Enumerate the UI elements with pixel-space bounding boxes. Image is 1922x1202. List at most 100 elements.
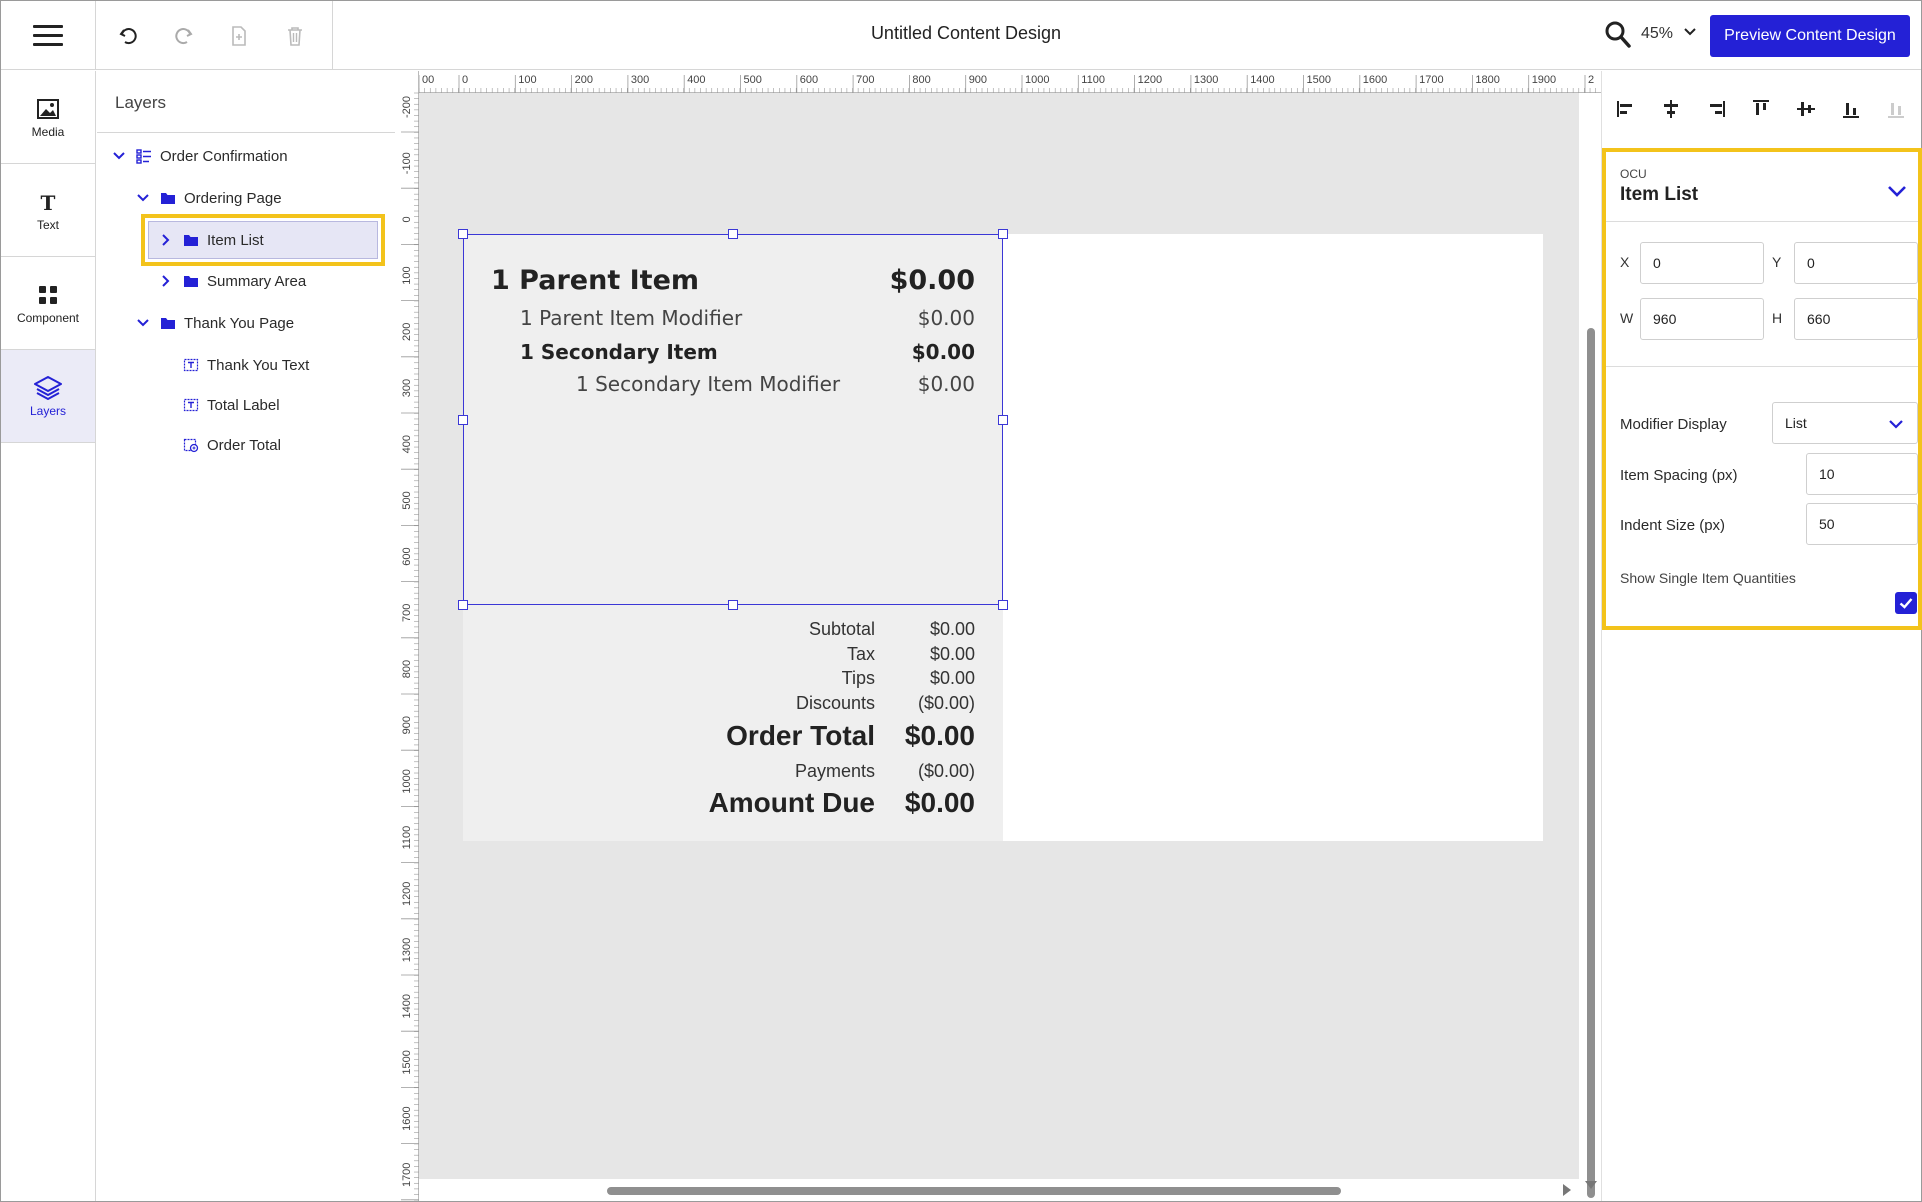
ruler-label: 1400 — [401, 994, 413, 1018]
resize-handle-right[interactable] — [998, 415, 1008, 425]
duplicate-button[interactable] — [223, 20, 255, 52]
tree-item-summary-area[interactable]: Summary Area — [159, 267, 306, 295]
top-bar: Untitled Content Design 45% Preview Cont… — [1, 1, 1921, 70]
align-bottom-button[interactable] — [1837, 95, 1865, 123]
chevron-down-icon[interactable] — [1886, 180, 1908, 202]
tree-item-thank-you-page[interactable]: Thank You Page — [136, 309, 294, 337]
undo-button[interactable] — [113, 20, 145, 52]
summary-row-order-total: Order Total $0.00 — [726, 720, 975, 752]
align-horizontal-center-icon — [1664, 100, 1678, 118]
ruler-label: 400 — [401, 435, 413, 453]
w-label: W — [1620, 310, 1634, 326]
rail-item-component[interactable]: Component — [1, 257, 95, 350]
modifier-display-select[interactable]: List — [1772, 402, 1918, 444]
horizontal-scroll-thumb[interactable] — [607, 1187, 1341, 1195]
distribute-icon — [1888, 103, 1904, 118]
resize-handle-top[interactable] — [728, 229, 738, 239]
ruler-label: 1100 — [1081, 74, 1105, 86]
chevron-down-icon[interactable] — [136, 316, 150, 330]
ruler-label: 600 — [800, 74, 818, 86]
y-input[interactable]: 0 — [1794, 242, 1918, 284]
chevron-right-icon[interactable] — [159, 233, 173, 247]
rail-item-text[interactable]: T Text — [1, 164, 95, 257]
preview-content-design-button[interactable]: Preview Content Design — [1710, 15, 1910, 57]
distribute-button[interactable] — [1882, 95, 1910, 123]
summary-row-payments: Payments ($0.00) — [795, 761, 975, 782]
align-center-v-button[interactable] — [1792, 95, 1820, 123]
chevron-down-icon[interactable] — [136, 191, 150, 205]
redo-button[interactable] — [167, 20, 199, 52]
summary-area-component[interactable]: Subtotal $0.00 Tax $0.00 Tips $0.00 Disc… — [463, 605, 1003, 841]
align-vertical-center-icon — [1797, 102, 1815, 116]
summary-row-subtotal: Subtotal $0.00 — [809, 619, 975, 640]
canvas-area: 00 0 100 200 300 400 500 600 700 800 900 1000 1100 12… — [397, 71, 1601, 1201]
ruler-label: 1700 — [1419, 74, 1443, 86]
hamburger-menu-button[interactable] — [1, 1, 96, 70]
chevron-down-icon[interactable] — [112, 149, 126, 163]
show-single-quantities-label: Show Single Item Quantities — [1620, 570, 1796, 586]
summary-label: Tax — [846, 644, 875, 664]
design-canvas[interactable]: 1 Parent Item $0.00 1 Parent Item Modifi… — [419, 93, 1579, 1179]
x-input[interactable]: 0 — [1640, 242, 1764, 284]
tree-item-thank-you-text[interactable]: Thank You Text — [159, 351, 309, 379]
align-left-button[interactable] — [1612, 95, 1640, 123]
document-title[interactable]: Untitled Content Design — [701, 23, 1231, 44]
tree-item-item-list[interactable]: Item List — [159, 226, 264, 254]
width-input[interactable]: 960 — [1640, 298, 1764, 340]
resize-handle-bottom-left[interactable] — [458, 600, 468, 610]
align-center-h-button[interactable] — [1657, 95, 1685, 123]
ruler-label: 1500 — [1307, 74, 1331, 86]
height-input[interactable]: 660 — [1794, 298, 1918, 340]
vertical-scrollbar[interactable] — [1579, 93, 1601, 1201]
ruler-label: 700 — [856, 74, 874, 86]
tree-item-order-confirmation[interactable]: Order Confirmation — [112, 142, 288, 170]
resize-handle-top-left[interactable] — [458, 229, 468, 239]
tree-item-label: Item List — [207, 231, 264, 249]
ruler-label: 100 — [518, 74, 536, 86]
horizontal-scrollbar[interactable] — [419, 1179, 1579, 1201]
summary-value: $0.00 — [929, 668, 975, 688]
tree-item-label: Total Label — [207, 396, 280, 414]
indent-size-input[interactable]: 50 — [1806, 503, 1918, 545]
rail-item-layers[interactable]: Layers — [1, 350, 95, 443]
show-single-quantities-checkbox[interactable] — [1895, 592, 1917, 614]
folder-icon — [160, 190, 176, 206]
alignment-toolbar — [1602, 95, 1922, 127]
chevron-down-icon[interactable] — [1681, 23, 1699, 41]
resize-handle-bottom[interactable] — [728, 600, 738, 610]
ruler-label: 500 — [401, 491, 413, 509]
ruler-label: 2 — [1588, 74, 1594, 86]
selection-box[interactable] — [463, 234, 1003, 605]
app-window: Untitled Content Design 45% Preview Cont… — [0, 0, 1922, 1202]
tree-item-total-label[interactable]: Total Label — [159, 391, 280, 419]
ruler-label: 1600 — [1363, 74, 1387, 86]
item-spacing-input[interactable]: 10 — [1806, 453, 1918, 495]
zoom-level[interactable]: 45% — [1641, 25, 1673, 43]
summary-value: ($0.00) — [917, 761, 975, 781]
align-top-button[interactable] — [1747, 95, 1775, 123]
align-top-icon — [1753, 100, 1769, 115]
scroll-right-arrow-icon[interactable] — [1563, 1184, 1571, 1196]
resize-handle-left[interactable] — [458, 415, 468, 425]
tree-item-order-total[interactable]: Order Total — [159, 431, 281, 459]
ruler-label: 1300 — [1194, 74, 1218, 86]
tree-item-label: Thank You Page — [184, 314, 295, 332]
svg-text:T: T — [41, 191, 56, 213]
ruler-label: 1400 — [1250, 74, 1274, 86]
chevron-right-icon[interactable] — [159, 274, 173, 288]
align-right-button[interactable] — [1702, 95, 1730, 123]
ruler-label: 900 — [401, 716, 413, 734]
data-field-icon — [183, 437, 199, 453]
scroll-down-arrow-icon[interactable] — [1585, 1181, 1597, 1189]
x-label: X — [1620, 254, 1630, 270]
tree-item-ordering-page[interactable]: Ordering Page — [136, 184, 282, 212]
component-title: Item List — [1620, 184, 1699, 205]
vertical-scroll-thumb[interactable] — [1587, 328, 1595, 1198]
search-icon[interactable] — [1604, 19, 1632, 49]
hamburger-icon — [33, 25, 63, 46]
delete-button[interactable] — [279, 20, 311, 52]
rail-item-media[interactable]: Media — [1, 71, 95, 164]
resize-handle-top-right[interactable] — [998, 229, 1008, 239]
text-box-icon — [183, 357, 199, 373]
resize-handle-bottom-right[interactable] — [998, 600, 1008, 610]
